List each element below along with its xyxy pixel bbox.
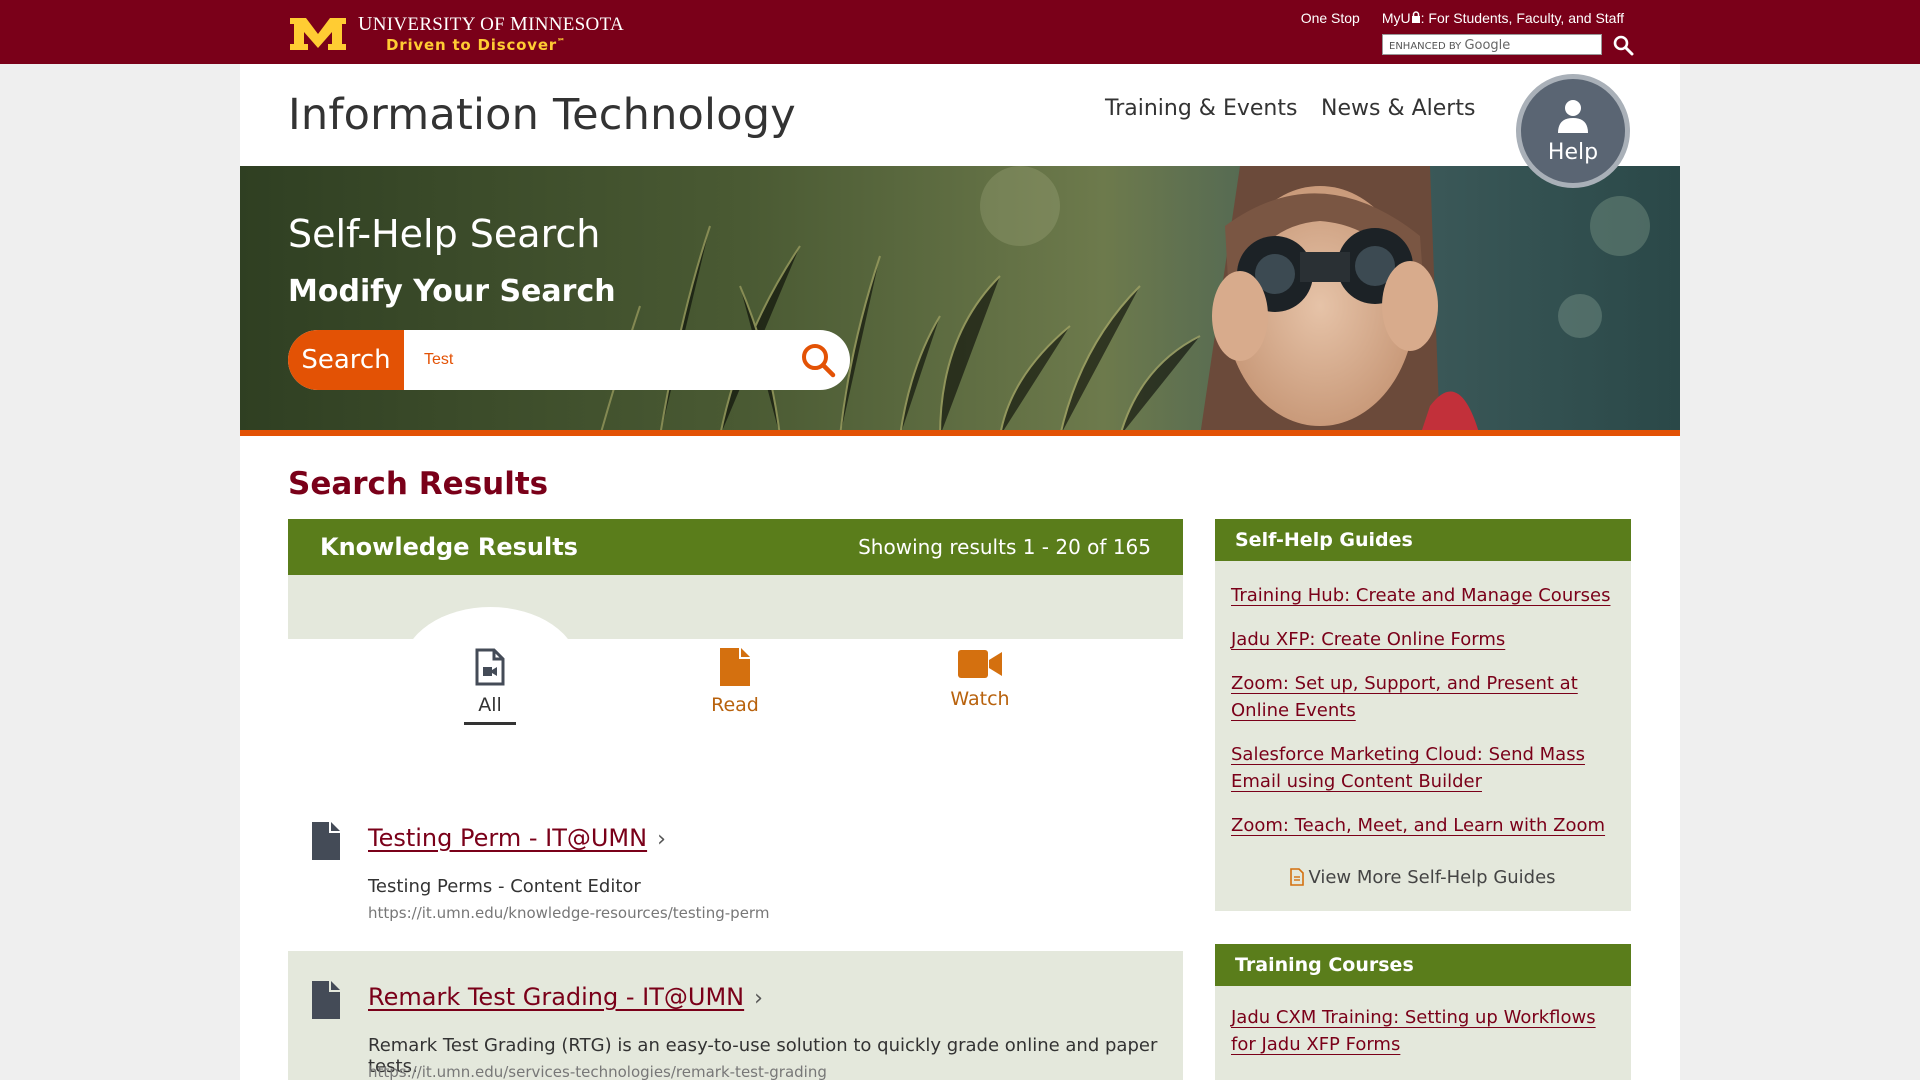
result-url: https://it.umn.edu/services-technologies… — [368, 1063, 827, 1080]
search-label: Search — [288, 330, 404, 390]
training-courses-list: Jadu CXM Training: Setting up Workflows … — [1215, 986, 1631, 1080]
hero-subtitle: Modify Your Search — [288, 274, 616, 309]
main-content: Information Technology Training & Events… — [240, 64, 1680, 1080]
help-button[interactable]: Help — [1516, 74, 1630, 188]
search-icon[interactable] — [1612, 34, 1634, 56]
chevron-right-icon: › — [657, 827, 666, 852]
result-item: Remark Test Grading - IT@UMN › Remark Tes… — [288, 951, 1183, 1080]
video-camera-icon — [958, 650, 1002, 678]
active-tab-indicator — [464, 722, 516, 725]
tab-read-label: Read — [711, 694, 759, 716]
self-help-search-bar: Search — [288, 330, 850, 390]
umn-logo[interactable]: UNIVERSITY OF MINNESOTA Driven to Discov… — [288, 14, 624, 53]
nav-news-alerts[interactable]: News & Alerts — [1321, 96, 1475, 121]
tab-all[interactable]: All — [430, 648, 550, 725]
result-title-link[interactable]: Remark Test Grading - IT@UMN › — [368, 983, 763, 1011]
nav-training-events[interactable]: Training & Events — [1105, 96, 1297, 121]
active-tab-arc — [403, 607, 578, 639]
result-description: Testing Perms - Content Editor — [368, 876, 641, 897]
site-title[interactable]: Information Technology — [288, 90, 796, 140]
self-help-guides-header: Self-Help Guides — [1215, 519, 1631, 561]
tab-read[interactable]: Read — [675, 648, 795, 716]
document-icon — [312, 822, 340, 860]
self-help-guides-list: Training Hub: Create and Manage Courses … — [1215, 561, 1631, 911]
hero-banner: Self-Help Search Modify Your Search Sear… — [240, 166, 1680, 436]
chevron-right-icon: › — [754, 986, 763, 1011]
guide-link[interactable]: Zoom: Teach, Meet, and Learn with Zoom — [1231, 812, 1615, 839]
hero-accent-stripe — [240, 430, 1680, 436]
help-label: Help — [1547, 140, 1599, 165]
document-outline-icon — [1290, 868, 1305, 886]
knowledge-results-header: Knowledge Results Showing results 1 - 20… — [288, 519, 1183, 575]
university-bar: UNIVERSITY OF MINNESOTA Driven to Discov… — [0, 0, 1920, 64]
training-courses-header: Training Courses — [1215, 944, 1631, 986]
guide-link[interactable]: Training Hub: Create and Manage Courses — [1231, 582, 1615, 609]
document-icon — [720, 648, 750, 686]
document-icon — [312, 981, 340, 1019]
person-icon — [1558, 100, 1588, 133]
search-results-heading: Search Results — [288, 466, 549, 502]
university-name: UNIVERSITY OF MINNESOTA — [358, 13, 624, 35]
search-input[interactable] — [404, 330, 800, 390]
tab-watch[interactable]: Watch — [920, 648, 1040, 710]
tab-all-label: All — [478, 694, 502, 716]
result-url: https://it.umn.edu/knowledge-resources/t… — [368, 904, 770, 922]
myu-link[interactable]: MyU: For Students, Faculty, and Staff — [1382, 10, 1624, 26]
guide-link[interactable]: Zoom: Set up, Support, and Present at On… — [1231, 670, 1615, 724]
course-link[interactable]: Jadu CXM Training: Setting up Workflows … — [1231, 1004, 1615, 1058]
university-tagline: Driven to Discover℠ — [386, 36, 566, 54]
result-title-link[interactable]: Testing Perm - IT@UMN › — [368, 824, 666, 852]
tab-band — [288, 575, 1183, 639]
search-icon[interactable] — [800, 342, 836, 378]
view-more-guides-link[interactable]: View More Self-Help Guides — [1215, 867, 1631, 888]
results-count: Showing results 1 - 20 of 165 — [858, 535, 1151, 559]
guide-link[interactable]: Salesforce Marketing Cloud: Send Mass Em… — [1231, 741, 1615, 795]
result-item: Testing Perm - IT@UMN › Testing Perms - C… — [288, 802, 1183, 928]
google-search-input[interactable]: ENHANCED BY Google — [1382, 34, 1602, 55]
hero-title: Self-Help Search — [288, 212, 601, 256]
tab-watch-label: Watch — [950, 688, 1010, 710]
lock-icon — [1411, 11, 1420, 23]
block-m-logo-icon — [290, 17, 346, 50]
one-stop-link[interactable]: One Stop — [1301, 10, 1360, 26]
guide-link[interactable]: Jadu XFP: Create Online Forms — [1231, 626, 1615, 653]
all-media-icon — [475, 648, 505, 686]
knowledge-results-title: Knowledge Results — [320, 533, 578, 561]
